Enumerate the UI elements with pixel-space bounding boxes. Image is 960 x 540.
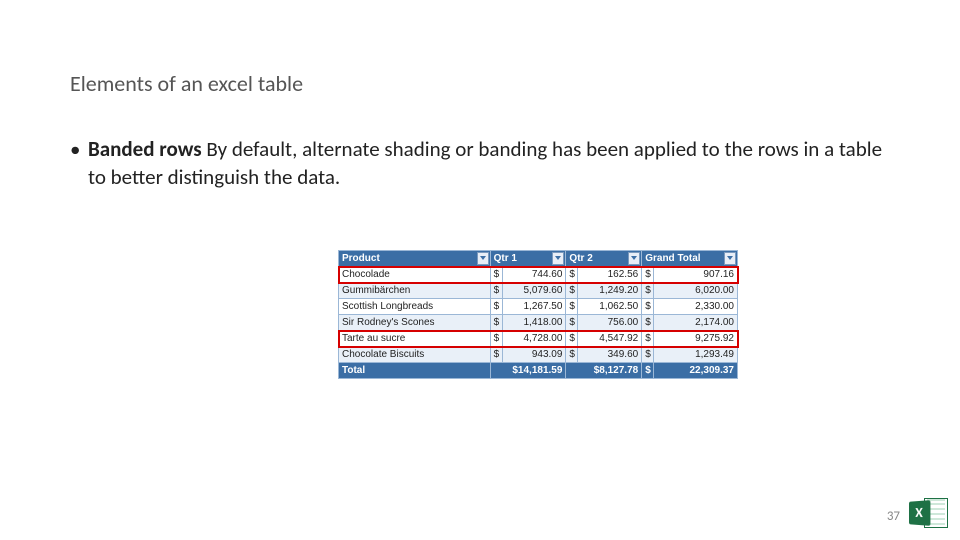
table-row: Gummibärchen $5,079.60 $1,249.20 $6,020.… (339, 283, 738, 299)
cell-currency: $ (490, 299, 502, 315)
table-row: Chocolade $744.60 $162.56 $907.16 (339, 267, 738, 283)
cell-currency: $ (566, 299, 578, 315)
page-number: 37 (887, 509, 900, 524)
cell-gt: 907.16 (654, 267, 738, 283)
excel-badge-icon: X (909, 500, 930, 526)
cell-total-q2: $8,127.78 (566, 363, 642, 379)
cell-currency: $ (566, 331, 578, 347)
col-header-label: Product (342, 253, 380, 264)
cell-gt: 6,020.00 (654, 283, 738, 299)
cell-currency: $ (642, 315, 654, 331)
cell-q1: 4,728.00 (502, 331, 566, 347)
cell-currency: $ (490, 315, 502, 331)
table-total-row: Total $14,181.59 $8,127.78 $22,309.37 (339, 363, 738, 379)
filter-dropdown-icon[interactable] (724, 252, 736, 265)
cell-q2: 162.56 (578, 267, 642, 283)
cell-product: Chocolate Biscuits (339, 347, 491, 363)
cell-gt: 9,275.92 (654, 331, 738, 347)
filter-dropdown-icon[interactable] (552, 252, 564, 265)
cell-currency: $ (566, 315, 578, 331)
excel-table: Product Qtr 1 Qtr 2 Grand Total Chocolad… (338, 250, 738, 379)
cell-total-gt: 22,309.37 (654, 363, 738, 379)
cell-currency: $ (490, 331, 502, 347)
cell-total-q1: $14,181.59 (490, 363, 566, 379)
excel-app-icon: X (908, 494, 948, 532)
cell-total-label: Total (339, 363, 491, 379)
col-header-label: Grand Total (645, 253, 700, 264)
cell-q1: 5,079.60 (502, 283, 566, 299)
col-header-qtr2[interactable]: Qtr 2 (566, 251, 642, 267)
cell-gt: 1,293.49 (654, 347, 738, 363)
cell-currency: $ (642, 347, 654, 363)
cell-product: Scottish Longbreads (339, 299, 491, 315)
cell-currency: $ (566, 347, 578, 363)
table-row: Chocolate Biscuits $943.09 $349.60 $1,29… (339, 347, 738, 363)
cell-q2: 4,547.92 (578, 331, 642, 347)
col-header-qtr1[interactable]: Qtr 1 (490, 251, 566, 267)
table-body: Chocolade $744.60 $162.56 $907.16 Gummib… (339, 267, 738, 363)
cell-product: Sir Rodney's Scones (339, 315, 491, 331)
cell-product: Chocolade (339, 267, 491, 283)
cell-currency: $ (642, 331, 654, 347)
cell-q2: 1,062.50 (578, 299, 642, 315)
cell-q2: 1,249.20 (578, 283, 642, 299)
cell-product: Tarte au sucre (339, 331, 491, 347)
cell-q1: 1,418.00 (502, 315, 566, 331)
filter-dropdown-icon[interactable] (477, 252, 489, 265)
table-row: Tarte au sucre $4,728.00 $4,547.92 $9,27… (339, 331, 738, 347)
bullet-item: • Banded rows By default, alternate shad… (70, 135, 890, 192)
cell-gt: 2,174.00 (654, 315, 738, 331)
cell-q2: 756.00 (578, 315, 642, 331)
col-header-product[interactable]: Product (339, 251, 491, 267)
filter-dropdown-icon[interactable] (628, 252, 640, 265)
cell-currency: $ (490, 283, 502, 299)
cell-currency: $ (642, 363, 654, 379)
cell-q1: 943.09 (502, 347, 566, 363)
table-row: Scottish Longbreads $1,267.50 $1,062.50 … (339, 299, 738, 315)
cell-q2: 349.60 (578, 347, 642, 363)
bullet-bold-label: Banded rows (88, 136, 202, 162)
table-header-row: Product Qtr 1 Qtr 2 Grand Total (339, 251, 738, 267)
bullet-rest: By default, alternate shading or banding… (88, 136, 882, 190)
cell-product: Gummibärchen (339, 283, 491, 299)
cell-currency: $ (490, 347, 502, 363)
bullet-dot-icon: • (70, 135, 88, 192)
cell-currency: $ (566, 283, 578, 299)
table-row: Sir Rodney's Scones $1,418.00 $756.00 $2… (339, 315, 738, 331)
cell-q1: 744.60 (502, 267, 566, 283)
excel-table-figure: Product Qtr 1 Qtr 2 Grand Total Chocolad… (338, 250, 738, 379)
cell-currency: $ (642, 267, 654, 283)
slide: Elements of an excel table • Banded rows… (0, 0, 960, 540)
cell-gt: 2,330.00 (654, 299, 738, 315)
cell-currency: $ (642, 299, 654, 315)
body-text: • Banded rows By default, alternate shad… (70, 135, 890, 192)
bullet-text: Banded rows By default, alternate shadin… (88, 135, 890, 192)
col-header-grand-total[interactable]: Grand Total (642, 251, 738, 267)
slide-title: Elements of an excel table (70, 70, 303, 97)
cell-currency: $ (490, 267, 502, 283)
col-header-label: Qtr 1 (494, 253, 517, 264)
cell-currency: $ (642, 283, 654, 299)
cell-currency: $ (566, 267, 578, 283)
col-header-label: Qtr 2 (569, 253, 592, 264)
cell-q1: 1,267.50 (502, 299, 566, 315)
